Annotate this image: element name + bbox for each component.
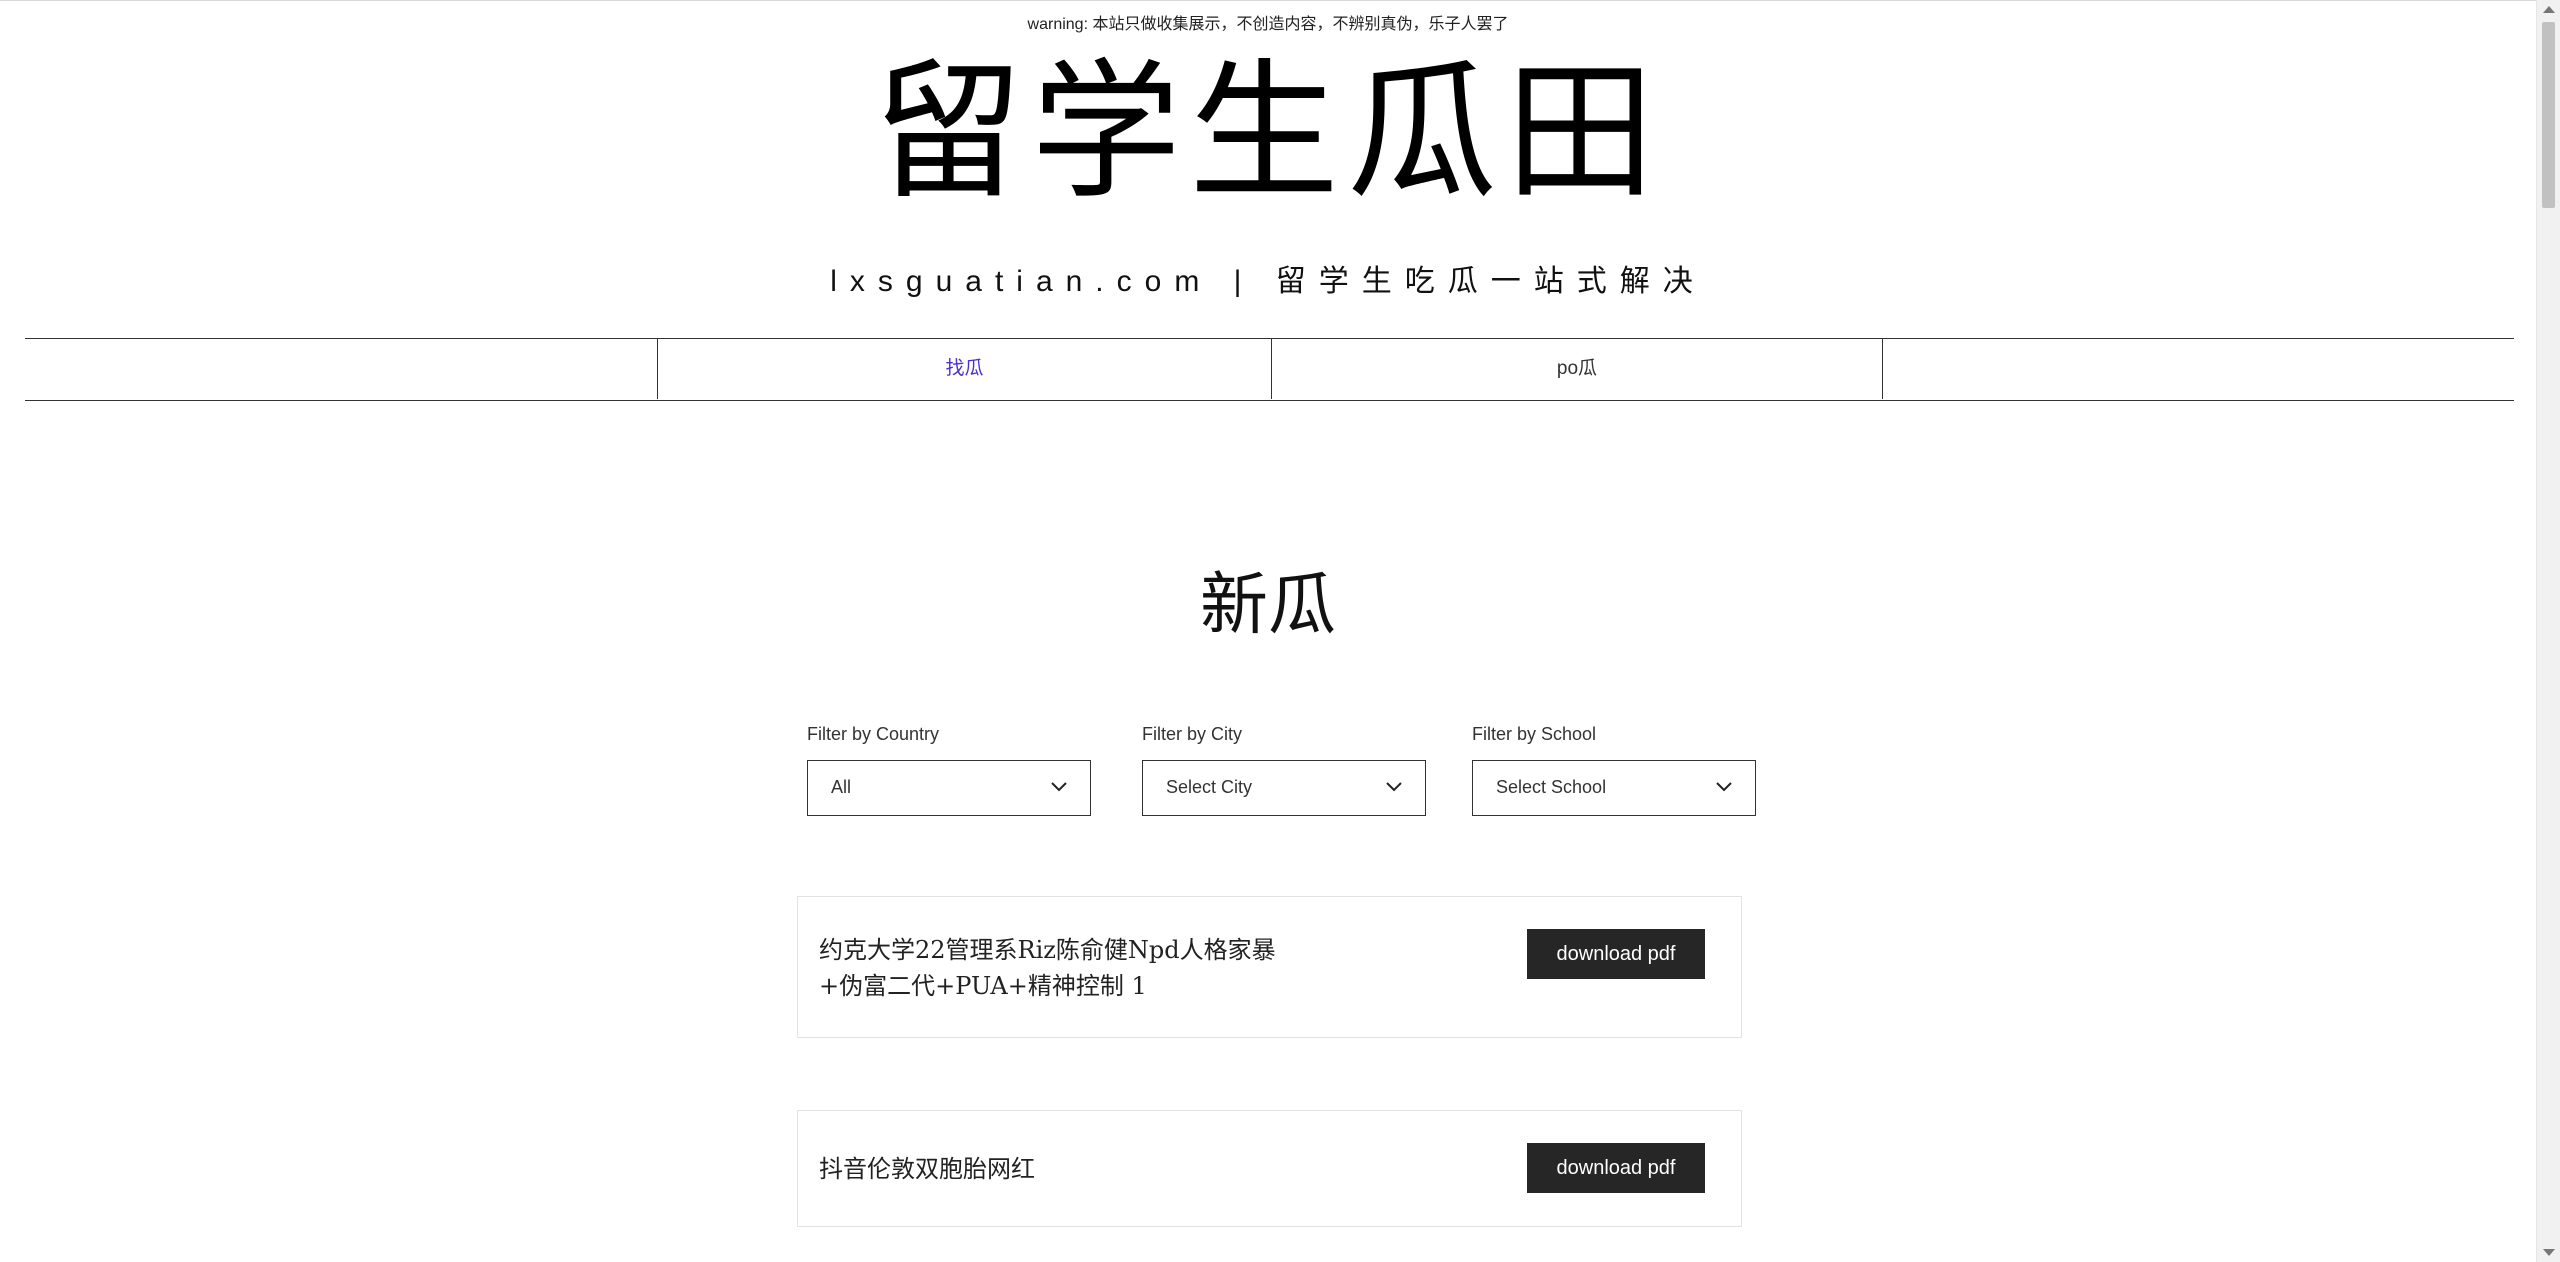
school-select-value: Select School [1496,777,1607,797]
city-select-value: Select City [1166,777,1253,797]
chevron-down-icon [1716,782,1732,792]
main-nav: 找瓜 po瓜 [25,338,2514,401]
nav-spacer-right [1882,339,2514,399]
country-select-value: All [831,777,852,797]
country-filter: Filter by Country All [807,722,1091,816]
site-title[interactable]: 留学生瓜田 [0,48,2536,218]
chevron-down-icon [1386,782,1402,792]
section-title: 新瓜 [1199,566,1336,645]
nav-link-post[interactable]: po瓜 [1272,339,1882,399]
nav-cell-find: 找瓜 [657,339,1271,399]
post-title[interactable]: 抖音伦敦双胞胎网红 [819,1151,1319,1187]
country-select[interactable]: All [807,760,1091,816]
nav-link-find[interactable]: 找瓜 [658,339,1271,399]
city-select[interactable]: Select City [1142,760,1426,816]
city-filter: Filter by City Select City [1142,722,1426,816]
school-filter: Filter by School Select School [1472,722,1756,816]
scroll-down-icon[interactable] [2543,1249,2555,1256]
school-select[interactable]: Select School [1472,760,1756,816]
page-scrollbar[interactable] [2536,0,2560,1262]
school-filter-label: Filter by School [1472,724,1597,744]
nav-cell-post: po瓜 [1271,339,1882,399]
top-divider [0,0,2560,1]
scroll-up-icon[interactable] [2543,6,2555,13]
post-title[interactable]: 约克大学22管理系Riz陈俞健Npd人格家暴+伪富二代+PUA+精神控制 1 [819,932,1319,1004]
city-filter-label: Filter by City [1142,724,1243,744]
country-filter-label: Filter by Country [807,724,940,744]
post-card: 抖音伦敦双胞胎网红 download pdf [797,1110,1742,1227]
download-pdf-button[interactable]: download pdf [1527,1143,1705,1193]
post-card: 约克大学22管理系Riz陈俞健Npd人格家暴+伪富二代+PUA+精神控制 1 d… [797,896,1742,1038]
scrollbar-thumb[interactable] [2542,22,2555,208]
nav-spacer-left [25,339,657,399]
download-pdf-button[interactable]: download pdf [1527,929,1705,979]
page: warning: 本站只做收集展示，不创造内容，不辨别真伪，乐子人罢了 留学生瓜… [0,0,2560,1262]
warning-banner: warning: 本站只做收集展示，不创造内容，不辨别真伪，乐子人罢了 [1027,16,1509,33]
site-tagline: lxsguatian.com | 留学生吃瓜一站式解决 [830,265,1706,298]
chevron-down-icon [1051,782,1067,792]
